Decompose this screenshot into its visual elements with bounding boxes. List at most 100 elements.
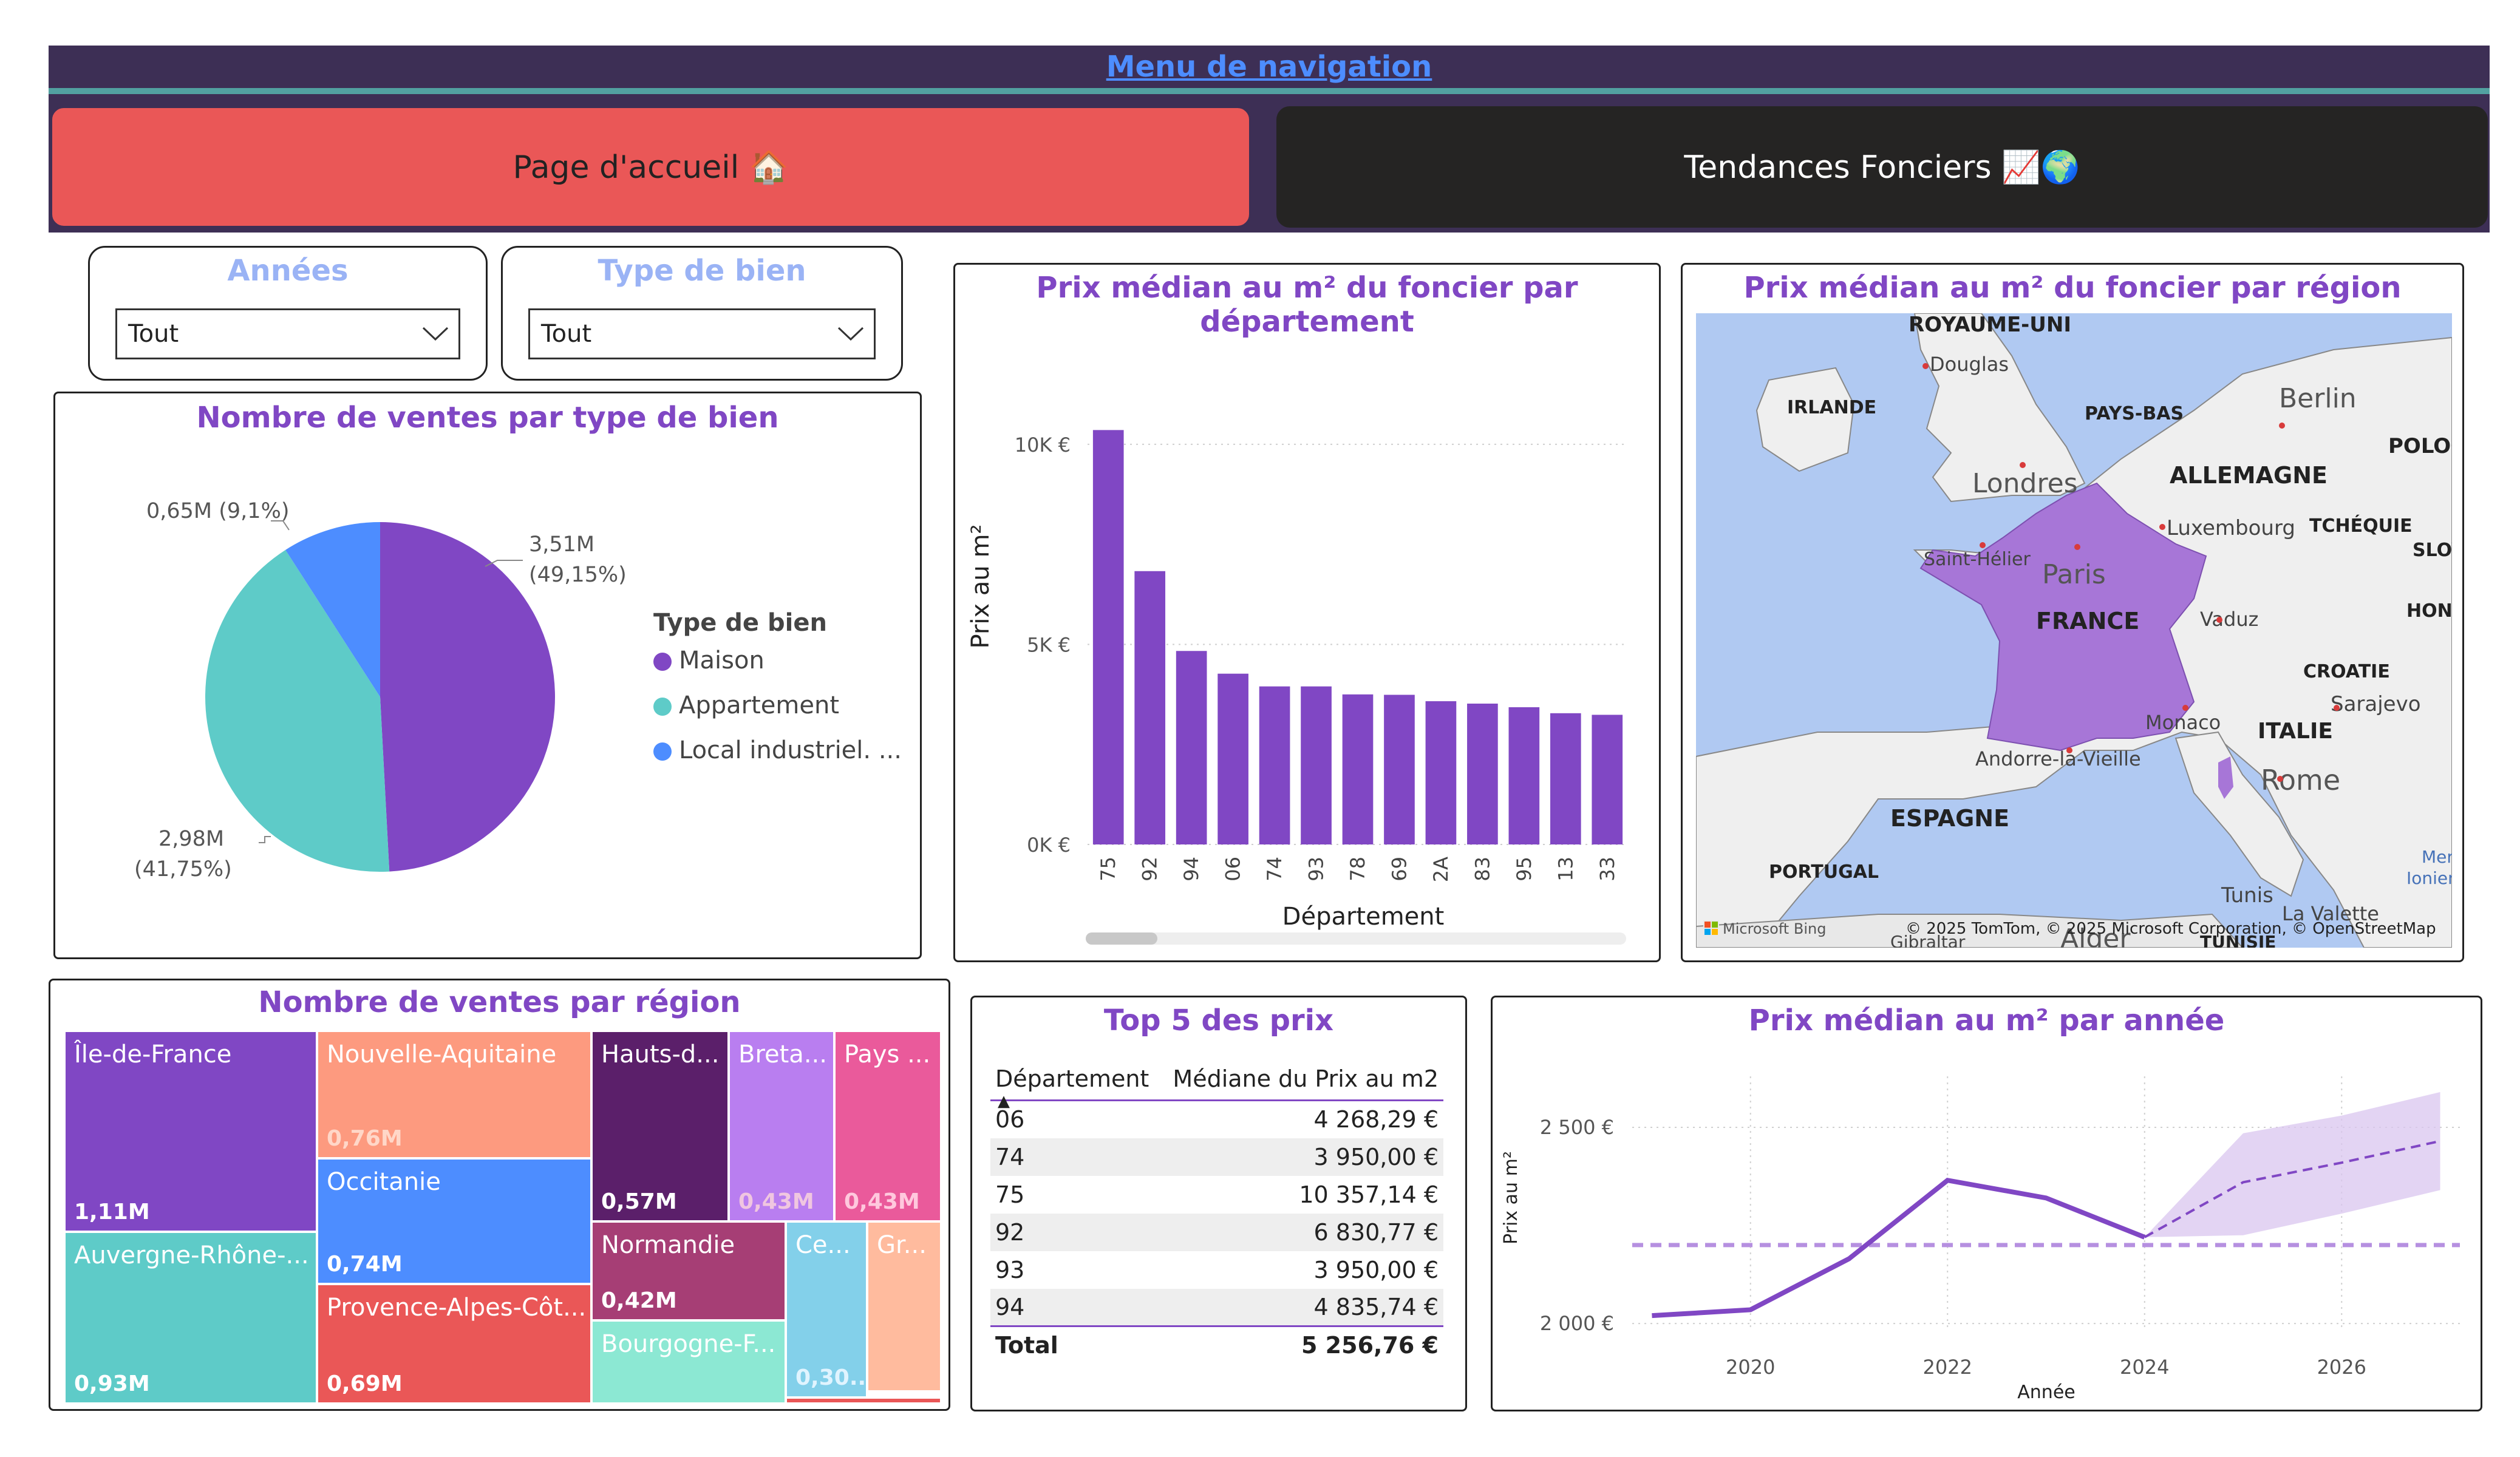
legend-item-local[interactable]: Local industriel. ... [653, 736, 902, 764]
line-xlabel: Année [2017, 1382, 2075, 1403]
bar-06[interactable] [1217, 673, 1248, 844]
table-row[interactable]: 06 4 268,29 € [990, 1101, 1443, 1138]
legend-item-appartement[interactable]: Appartement [653, 691, 902, 719]
map-label-paris: Paris [2042, 559, 2106, 590]
map-label-ionienne: Ionienn [2406, 868, 2452, 888]
treemap-tile-grand-est[interactable]: Gr... [868, 1223, 940, 1390]
years-dropdown[interactable]: Tout [115, 308, 460, 359]
treemap-tile-normandie[interactable]: Normandie 0,42M [593, 1223, 785, 1319]
sales-by-type-panel: Nombre de ventes par type de bien 3,51M … [53, 392, 922, 959]
bar-2A[interactable] [1425, 701, 1457, 844]
map-label-londres: Londres [1972, 468, 2078, 499]
line-xtick-label: 2026 [2317, 1356, 2366, 1379]
property-type-slicer-title: Type de bien [598, 254, 806, 288]
bar-xtick-label: 33 [1596, 857, 1619, 881]
home-page-button[interactable]: Page d'accueil 🏠 [50, 106, 1251, 228]
treemap-tile-hauts-de-france[interactable]: Hauts-d... 0,57M [593, 1032, 727, 1220]
bar-93[interactable] [1301, 686, 1332, 844]
column-header-median-price[interactable]: Médiane du Prix au m2 [1159, 1058, 1443, 1101]
bar-xtick-label: 13 [1554, 857, 1577, 881]
table-total-row: Total 5 256,76 € [990, 1325, 1443, 1364]
bar-xtick-label: 75 [1097, 857, 1120, 881]
bar-xtick-label: 83 [1471, 857, 1494, 881]
map-label-berlin: Berlin [2279, 383, 2357, 414]
years-dropdown-value: Tout [128, 320, 179, 348]
menu-navigation-link[interactable]: Menu de navigation [49, 46, 2490, 88]
bar-ylabel: Prix au m² [967, 525, 995, 649]
bar-95[interactable] [1508, 707, 1540, 844]
bar-74[interactable] [1259, 686, 1290, 844]
map-label-hong: HONG [2406, 600, 2452, 622]
property-type-dropdown[interactable]: Tout [528, 308, 876, 359]
map-label-tcheq: TCHÉQUIE [2309, 515, 2413, 537]
bar-83[interactable] [1467, 704, 1498, 844]
bar-69[interactable] [1384, 695, 1415, 845]
bar-xtick-label: 94 [1180, 857, 1203, 881]
bar-94[interactable] [1176, 651, 1207, 844]
map-label-douglas: Douglas [1930, 353, 2009, 376]
price-by-department-panel: Prix médian au m² du foncier par départe… [953, 263, 1661, 962]
map-label-vaduz: Vaduz [2200, 608, 2258, 631]
map-label-croatie: CROATIE [2303, 661, 2390, 682]
treemap-tile-small[interactable] [787, 1399, 940, 1402]
region-map[interactable]: ROYAUME-UNI Douglas IRLANDE PAYS-BAS Ber… [1696, 313, 2452, 948]
treemap-tile-bourgogne[interactable]: Bourgogne-F... [593, 1322, 785, 1402]
home-page-label: Page d'accueil 🏠 [513, 149, 789, 186]
map-label-france: FRANCE [2036, 608, 2139, 634]
bar-xtick-label: 06 [1222, 857, 1245, 881]
table-row[interactable]: 74 3 950,00 € [990, 1138, 1443, 1176]
map-label-monaco: Monaco [2145, 711, 2221, 734]
sort-ascending-icon: ▲ [998, 1092, 1010, 1110]
pie-legend-title: Type de bien [653, 609, 827, 637]
table-row[interactable]: 92 6 830,77 € [990, 1213, 1443, 1251]
treemap-tile-ile-de-france[interactable]: Île-de-France 1,11M [66, 1032, 316, 1231]
bar-92[interactable] [1134, 571, 1166, 844]
line-chart: 2 000 € 2 500 € 2020 2022 2024 2026 Prix au m… [1500, 1076, 2460, 1403]
map-label-irlande: IRLANDE [1787, 397, 1876, 418]
bar-xtick-label: 78 [1346, 857, 1369, 881]
pie-label-appt-pct: (41,75%) [134, 857, 232, 881]
column-header-department[interactable]: Département ▲ [990, 1058, 1159, 1110]
line-xtick-label: 2020 [1726, 1356, 1775, 1379]
land-trends-label: Tendances Fonciers 📈🌍 [1684, 149, 2080, 186]
chevron-down-icon [837, 327, 864, 341]
bar-xtick-label: 92 [1139, 857, 1162, 881]
map-label-uk: ROYAUME-UNI [1909, 313, 2071, 337]
top5-prices-panel: Top 5 des prix Département ▲ Médiane du P… [970, 996, 1467, 1411]
bar-scroll-track[interactable] [1086, 932, 1626, 945]
legend-item-maison[interactable]: Maison [653, 647, 902, 674]
treemap-tile-bretagne[interactable]: Breta... 0,43M [730, 1032, 833, 1220]
table-row[interactable]: 75 10 357,14 € [990, 1176, 1443, 1214]
land-trends-button[interactable]: Tendances Fonciers 📈🌍 [1276, 106, 2488, 228]
pie-label-appt-value: 2,98M [158, 827, 224, 851]
map-label-mer: Mer [2422, 847, 2452, 867]
sales-by-region-panel: Nombre de ventes par région Île-de-Franc… [49, 979, 950, 1411]
table-row[interactable]: 94 4 835,74 € [990, 1288, 1443, 1326]
map-label-espagne: ESPAGNE [1890, 805, 2009, 832]
treemap-tile-centre[interactable]: Ce...0,30... [787, 1223, 866, 1396]
bar-xtick-label: 74 [1263, 857, 1286, 881]
bar-scrollbar-thumb[interactable] [1086, 932, 1157, 945]
top5-prices-title: Top 5 des prix [1103, 1004, 1334, 1038]
bar-ytick-label: 10K € [1015, 433, 1071, 457]
treemap-tile-pays-de-la-loire[interactable]: Pays ... 0,43M [836, 1032, 940, 1220]
bar-78[interactable] [1342, 694, 1374, 844]
price-by-region-map-panel: Prix médian au m² du foncier par région … [1681, 263, 2464, 962]
forecast-confidence-band [2144, 1092, 2440, 1237]
treemap-tile-occitanie[interactable]: Occitanie 0,74M [318, 1160, 590, 1283]
years-slicer: Années Tout [88, 246, 488, 381]
region-treemap: Île-de-France 1,11M Auvergne-Rhône-... 0,9… [66, 1032, 940, 1402]
map-label-andorre: Andorre-la-Vieille [1975, 747, 2141, 770]
treemap-tile-auvergne[interactable]: Auvergne-Rhône-... 0,93M [66, 1233, 316, 1402]
bar-ytick-label: 0K € [1027, 834, 1071, 857]
pie-legend: Type de bien Maison Appartement Local in… [653, 609, 902, 764]
bar-33[interactable] [1592, 715, 1623, 844]
treemap-tile-nouvelle-aquitaine[interactable]: Nouvelle-Aquitaine 0,76M [318, 1032, 590, 1157]
treemap-tile-paca[interactable]: Provence-Alpes-Côt... 0,69M [318, 1285, 590, 1402]
chevron-down-icon [422, 327, 449, 341]
line-xtick-label: 2022 [1923, 1356, 1972, 1379]
table-row[interactable]: 93 3 950,00 € [990, 1251, 1443, 1289]
bar-75[interactable] [1092, 430, 1124, 844]
sales-by-region-title: Nombre de ventes par région [258, 985, 741, 1019]
bar-13[interactable] [1550, 713, 1581, 844]
